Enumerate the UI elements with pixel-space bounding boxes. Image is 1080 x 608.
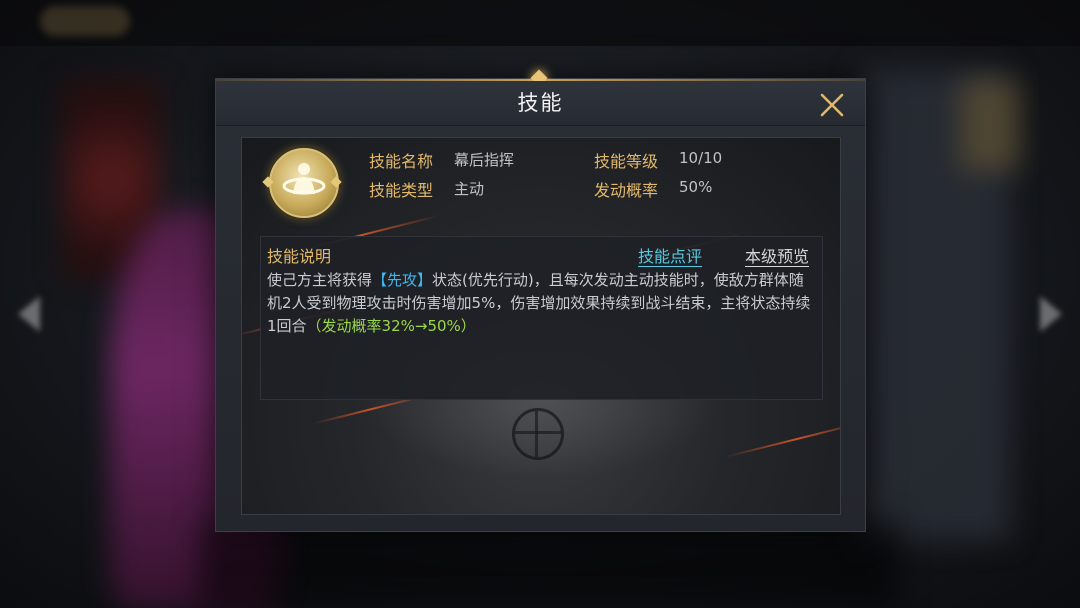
ember-streak (723, 419, 840, 459)
dialog-header: 技能 (216, 81, 865, 126)
skill-figure-icon (282, 163, 326, 195)
skill-level-label: 技能等级 (594, 152, 659, 171)
game-screen: 技能 技能名称 幕后指挥 技能等级 10/10 技能类型 主动 发动概率 50%… (0, 0, 1080, 608)
dialog-body: 技能名称 幕后指挥 技能等级 10/10 技能类型 主动 发动概率 50% 技能… (241, 137, 841, 515)
background-prev-arrow-icon (18, 296, 40, 332)
background-side-tab (960, 80, 1020, 170)
dialog-title: 技能 (517, 91, 564, 115)
skill-type-label: 技能类型 (369, 181, 434, 200)
background-chariot-wheel (512, 408, 564, 460)
background-top-bar (0, 0, 1080, 46)
background-back-icon (40, 6, 130, 36)
skill-level-value: 10/10 (679, 149, 723, 167)
description-text: 使己方主将获得【先攻】状态(优先行动)，且每次发动主动技能时，使敌方群体随机2人… (267, 269, 815, 338)
skill-dialog: 技能 技能名称 幕后指挥 技能等级 10/10 技能类型 主动 发动概率 50%… (215, 69, 866, 532)
description-text-part: 使己方主将获得 (267, 271, 373, 289)
skill-comment-link[interactable]: 技能点评 (638, 243, 702, 267)
status-keyword: 【先攻】 (372, 271, 433, 289)
skill-type-value: 主动 (454, 180, 485, 198)
skill-chance-label: 发动概率 (594, 181, 659, 200)
description-title: 技能说明 (267, 247, 332, 266)
skill-name-label: 技能名称 (369, 152, 434, 171)
skill-chance-value: 50% (679, 178, 713, 196)
background-next-arrow-icon (1040, 296, 1062, 332)
level-preview-link[interactable]: 本级预览 (745, 243, 809, 267)
probability-note: （发动概率32%→50%） (306, 317, 476, 335)
skill-description-panel: 技能说明 技能点评 本级预览 使己方主将获得【先攻】状态(优先行动)，且每次发动… (260, 236, 823, 400)
background-shadow (200, 520, 900, 608)
skill-name-value: 幕后指挥 (454, 151, 515, 169)
close-button[interactable] (818, 91, 846, 119)
skill-emblem-icon (269, 148, 339, 218)
close-icon (820, 93, 844, 117)
